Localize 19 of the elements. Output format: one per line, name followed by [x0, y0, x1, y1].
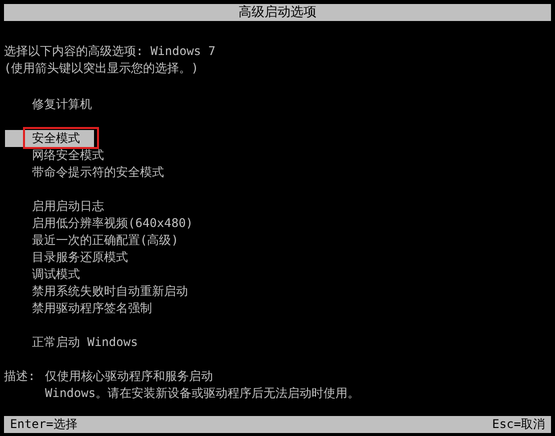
menu-item[interactable]: 网络安全模式: [32, 147, 104, 164]
prompt-text: 选择以下内容的高级选项: Windows 7: [4, 43, 216, 60]
status-text: Enter=选择: [10, 416, 78, 433]
description-label: 描述:: [4, 368, 36, 385]
window-title: 高级启动选项: [238, 5, 316, 20]
menu-item[interactable]: 目录服务还原模式: [32, 249, 128, 266]
description-text: 仅使用核心驱动程序和服务启动: [45, 368, 214, 385]
menu-item[interactable]: 带命令提示符的安全模式: [32, 164, 164, 181]
menu-item[interactable]: 禁用系统失败时自动重新启动: [32, 283, 188, 300]
status-text: Esc=取消: [492, 416, 545, 433]
prompt-text: (使用箭头键以突出显示您的选择。): [4, 60, 200, 77]
menu-item[interactable]: 修复计算机: [32, 96, 92, 113]
menu-item[interactable]: 正常启动 Windows: [32, 334, 138, 351]
menu-item[interactable]: 最近一次的正确配置(高级): [32, 232, 178, 249]
menu-item[interactable]: 启用低分辨率视频(640x480): [32, 215, 194, 232]
menu-item[interactable]: 启用启动日志: [32, 198, 104, 215]
menu-item[interactable]: 调试模式: [32, 266, 80, 283]
description-text: Windows。请在安装新设备或驱动程序后无法启动时使用。: [45, 385, 360, 402]
menu-item[interactable]: 禁用驱动程序签名强制: [32, 300, 152, 317]
